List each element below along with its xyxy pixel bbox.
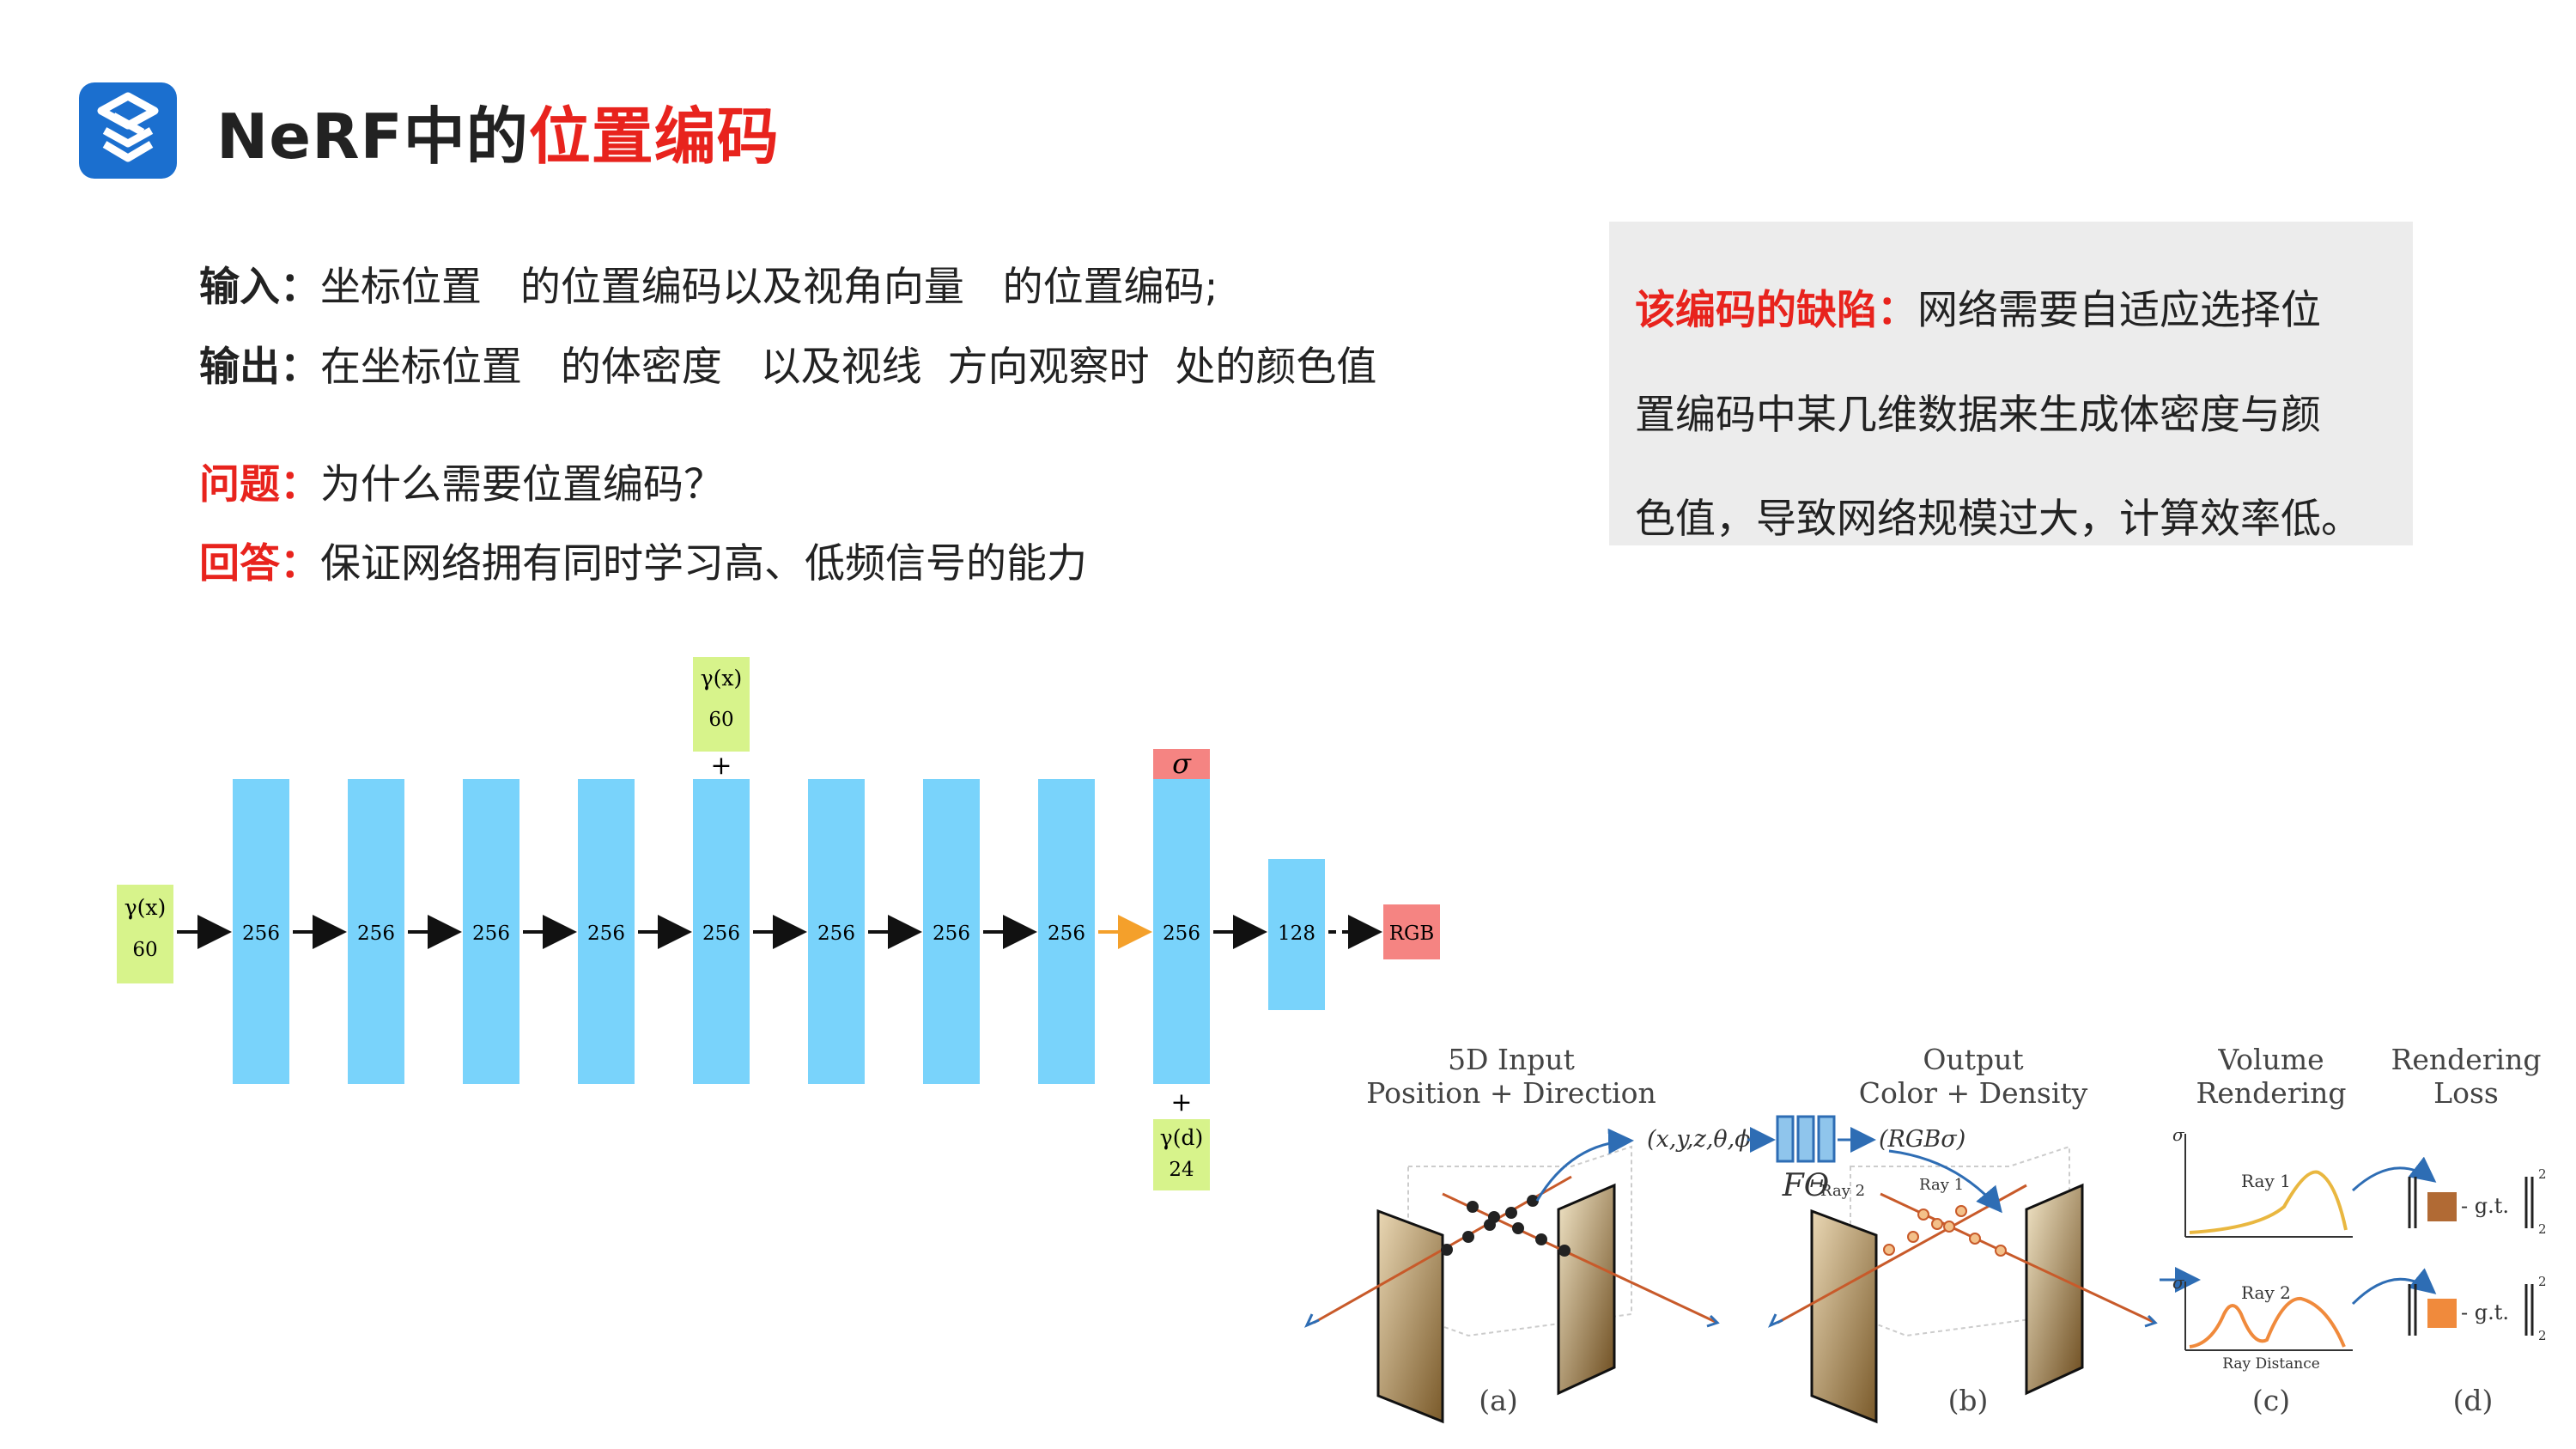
layer-4-label: 256 <box>587 922 625 945</box>
gt-label-1: - g.t. <box>2461 1194 2509 1218</box>
title-d-2: Loss <box>2433 1076 2499 1110</box>
caption-c: (c) <box>2252 1384 2290 1417</box>
network-block-1 <box>1776 1115 1795 1163</box>
title-a-1: 5D Input <box>1448 1043 1575 1076</box>
output-text: 在坐标位置 的体密度 以及视线 方向观察时 处的颜色值 <box>320 344 1377 391</box>
input-x-label: γ(x) <box>125 895 167 920</box>
inject-d-label: γ(d) <box>1160 1125 1203 1150</box>
output-tuple: (RGBσ) <box>1879 1126 1965 1153</box>
logo-s-icon <box>97 92 159 162</box>
output-key: 输出： <box>199 344 320 391</box>
layer-10-label: 128 <box>1278 922 1315 945</box>
question-line: 问题：为什么需要位置编码？ <box>199 451 724 510</box>
page-title-highlight: 位置编码 <box>528 100 780 173</box>
answer-key: 回答： <box>199 540 320 588</box>
defect-line-2: 置编码中某几维数据来生成体密度与颜 <box>1635 392 2321 439</box>
defect-text-1: 网络需要自适应选择位 <box>1917 287 2321 334</box>
title-a-2: Position + Direction <box>1366 1076 1656 1110</box>
network-block-2 <box>1796 1115 1815 1163</box>
nerf-pipeline-figure: 5D Input Position + Direction Output Col… <box>1304 1043 2547 1424</box>
sigma-axis-1: σ <box>2172 1124 2185 1145</box>
scene-a <box>1304 1128 1720 1424</box>
inject-x-dim: 60 <box>708 709 733 731</box>
answer-text: 保证网络拥有同时学习高、低频信号的能力 <box>320 540 1087 588</box>
question-text: 为什么需要位置编码？ <box>320 461 724 508</box>
caption-d: (d) <box>2453 1384 2494 1417</box>
plus-x: + <box>710 751 732 781</box>
norm-sup-2: 2 <box>2538 1274 2547 1289</box>
title-d-1: Rendering <box>2391 1043 2542 1076</box>
layer-8-label: 256 <box>1048 922 1085 945</box>
defect-key: 该编码的缺陷： <box>1635 287 1917 334</box>
layer-9-label: 256 <box>1163 922 1200 945</box>
layer-1-label: 256 <box>242 922 280 945</box>
question-key: 问题： <box>199 461 320 508</box>
layer-6-label: 256 <box>817 922 855 945</box>
rgb-label: RGB <box>1389 922 1435 945</box>
ray1-label-c: Ray 1 <box>2241 1171 2291 1191</box>
title-b-2: Color + Density <box>1859 1076 2088 1110</box>
norm-sub-1: 2 <box>2538 1221 2547 1237</box>
inject-x-label: γ(x) <box>701 666 743 691</box>
defect-line-1: 该编码的缺陷：网络需要自适应选择位 <box>1635 277 2321 336</box>
sigma-axis-2: σ <box>2172 1272 2185 1293</box>
arrow-loss-2 <box>2351 1268 2437 1306</box>
title-b-1: Output <box>1923 1043 2023 1076</box>
answer-line: 回答：保证网络拥有同时学习高、低频信号的能力 <box>199 530 1087 589</box>
layer-3-label: 256 <box>472 922 510 945</box>
ray2-label-c: Ray 2 <box>2241 1282 2291 1303</box>
layer-2-label: 256 <box>357 922 395 945</box>
sigma-label: σ <box>1172 747 1192 780</box>
page-title: NeRF中的位置编码 <box>216 86 780 176</box>
norm-sup-1: 2 <box>2538 1166 2547 1182</box>
title-c-2: Rendering <box>2196 1076 2347 1110</box>
defect-line-3: 色值，导致网络规模过大，计算效率低。 <box>1635 496 2361 543</box>
ray-distance-label: Ray Distance <box>2222 1355 2320 1373</box>
layer-7-label: 256 <box>933 922 970 945</box>
norm-sub-2: 2 <box>2538 1328 2547 1343</box>
caption-b: (b) <box>1948 1384 1989 1417</box>
logo <box>79 82 177 179</box>
layer-5-label: 256 <box>702 922 740 945</box>
arrow-loss-1 <box>2351 1156 2437 1192</box>
input-text: 坐标位置 的位置编码以及视角向量 的位置编码; <box>320 264 1218 311</box>
input-tuple: (x,y,z,θ,ϕ) <box>1647 1126 1759 1153</box>
mlp-diagram: γ(x) 60 256 256 256 256 256 γ(x) 60 + 25… <box>117 657 1440 1190</box>
input-line: 输入：坐标位置 的位置编码以及视角向量 的位置编码; <box>199 253 1218 313</box>
gt-label-2: - g.t. <box>2461 1300 2509 1324</box>
input-x-dim: 60 <box>132 939 157 961</box>
ray1-label-b: Ray 1 <box>1919 1176 1964 1194</box>
page-title-prefix: NeRF中的 <box>216 100 529 173</box>
inject-d-dim: 24 <box>1169 1159 1194 1181</box>
network-block-3 <box>1817 1115 1836 1163</box>
ray2-label-b: Ray 2 <box>1820 1182 1865 1200</box>
output-line: 输出：在坐标位置 的体密度 以及视线 方向观察时 处的颜色值 <box>199 333 1376 393</box>
title-c-1: Volume <box>2217 1043 2324 1076</box>
caption-a: (a) <box>1479 1384 1517 1417</box>
input-key: 输入： <box>199 264 320 311</box>
plus-d: + <box>1170 1087 1192 1117</box>
